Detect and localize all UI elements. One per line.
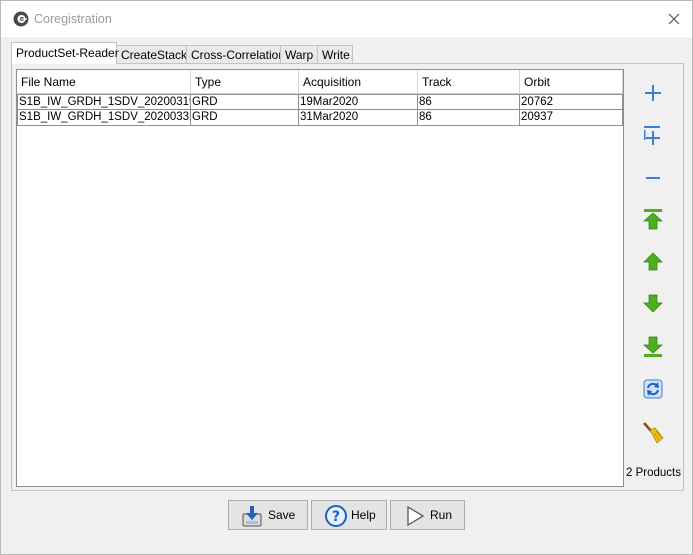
run-button-label: Run (430, 508, 453, 522)
table-actions-toolbar: 2 Products (624, 69, 684, 487)
cell-file-name: S1B_IW_GRDH_1SDV_20200331... (17, 110, 191, 126)
snap-app-icon (13, 11, 29, 27)
plus-icon (645, 85, 661, 101)
move-top-icon (643, 209, 663, 230)
help-icon: ? (325, 505, 347, 527)
cell-type: GRD (191, 94, 299, 110)
column-header-type[interactable]: Type (191, 70, 299, 94)
tab-cross-correlation[interactable]: Cross-Correlation (186, 45, 285, 64)
add-opened-products-button[interactable] (639, 121, 667, 149)
help-button[interactable]: ? Help (311, 500, 387, 530)
minus-icon (646, 177, 660, 179)
coregistration-window: Coregistration ProductSet-Reader CreateS… (0, 0, 693, 555)
tab-warp[interactable]: Warp (280, 45, 318, 64)
clear-button[interactable] (639, 419, 667, 447)
move-down-button[interactable] (639, 289, 667, 317)
close-button[interactable] (661, 7, 687, 31)
column-header-orbit[interactable]: Orbit (520, 70, 623, 94)
cell-type: GRD (191, 110, 299, 126)
table-row[interactable]: S1B_IW_GRDH_1SDV_20200319... GRD 19Mar20… (17, 94, 623, 110)
title-bar: Coregistration (1, 1, 692, 37)
window-title: Coregistration (34, 12, 112, 26)
cell-acquisition: 31Mar2020 (299, 110, 418, 126)
move-up-icon (643, 252, 663, 271)
tab-createstack[interactable]: CreateStack (116, 45, 187, 64)
cell-track: 86 (418, 94, 520, 110)
save-button[interactable]: Save (228, 500, 308, 530)
move-down-icon (643, 294, 663, 313)
move-top-button[interactable] (639, 205, 667, 233)
column-header-file-name[interactable]: File Name (17, 70, 191, 94)
table-row[interactable]: S1B_IW_GRDH_1SDV_20200331... GRD 31Mar20… (17, 110, 623, 126)
tab-productset-reader[interactable]: ProductSet-Reader (11, 42, 119, 64)
close-icon (668, 13, 680, 25)
cell-file-name: S1B_IW_GRDH_1SDV_20200319... (17, 94, 191, 110)
save-button-label: Save (268, 508, 296, 522)
move-up-button[interactable] (639, 247, 667, 275)
remove-product-button[interactable] (639, 164, 667, 192)
refresh-button[interactable] (639, 375, 667, 403)
column-header-track[interactable]: Track (418, 70, 520, 94)
add-product-button[interactable] (639, 79, 667, 107)
run-button[interactable]: Run (390, 500, 465, 530)
refresh-icon (643, 379, 663, 399)
svg-text:?: ? (332, 509, 340, 525)
cell-acquisition: 19Mar2020 (299, 94, 418, 110)
cell-orbit: 20762 (520, 94, 623, 110)
move-bottom-icon (643, 336, 663, 357)
cell-orbit: 20937 (520, 110, 623, 126)
help-button-label: Help (351, 508, 376, 522)
product-count: 2 Products (626, 467, 681, 479)
column-header-acquisition[interactable]: Acquisition (299, 70, 418, 94)
move-bottom-button[interactable] (639, 333, 667, 361)
add-all-icon (644, 126, 660, 145)
broom-icon (643, 422, 664, 444)
run-icon (407, 505, 425, 527)
productset-reader-panel: File Name Type Acquisition Track Orbit S… (11, 63, 684, 491)
save-icon (242, 506, 262, 527)
table-header: File Name Type Acquisition Track Orbit (17, 70, 623, 94)
cell-track: 86 (418, 110, 520, 126)
tab-write[interactable]: Write (317, 45, 353, 64)
product-table[interactable]: File Name Type Acquisition Track Orbit S… (16, 69, 624, 487)
